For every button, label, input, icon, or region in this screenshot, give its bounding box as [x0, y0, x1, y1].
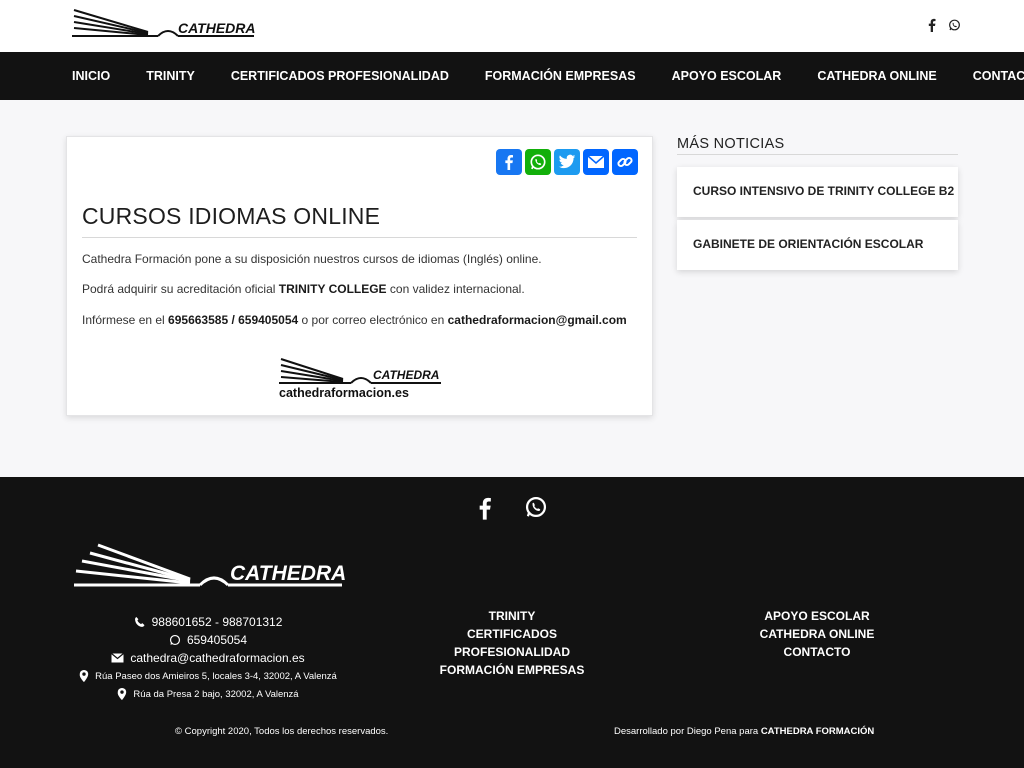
copyright: © Copyright 2020, Todos los derechos res… — [175, 726, 389, 737]
map-pin-icon — [118, 688, 127, 700]
developer-credit: Desarrollado por Diego Pena para CATHEDR… — [614, 726, 874, 737]
whatsapp-icon — [169, 634, 181, 646]
footer-contact: 988601652 - 988701312 659405054 cathedra… — [70, 613, 346, 703]
footer-whatsapp-text: 659405054 — [186, 633, 248, 647]
main-nav: INICIO TRINITY CERTIFICADOS PROFESIONALI… — [0, 52, 1024, 100]
facebook-icon[interactable] — [475, 495, 499, 521]
share-buttons — [496, 149, 638, 175]
p3-text: Infórmese en el — [82, 313, 169, 327]
sidebar-news-item[interactable]: GABINETE DE ORIENTACIÓN ESCOLAR — [677, 220, 958, 270]
footer-address-2: Rúa da Presa 2 bajo, 32002, A Valenzá — [70, 685, 346, 703]
share-facebook-button[interactable] — [496, 149, 522, 175]
facebook-icon[interactable] — [926, 18, 938, 32]
p3-text-mid: o por correo electrónico en — [298, 313, 448, 327]
footer-address-2-text: Rúa da Presa 2 bajo, 32002, A Valenzá — [133, 688, 299, 700]
article-logo: CATHEDRA cathedraformacion.es — [277, 357, 443, 401]
p2-text-end: con validez internacional. — [386, 282, 525, 296]
header-social — [926, 18, 960, 32]
nav-item-cathedra-online[interactable]: CATHEDRA ONLINE — [799, 69, 954, 83]
footer-link-apoyo-escolar[interactable]: APOYO ESCOLAR — [717, 607, 917, 625]
top-bar: CATHEDRA — [0, 0, 1024, 52]
logo-subtext: cathedraformacion.es — [279, 386, 409, 400]
article-title: CURSOS IDIOMAS ONLINE — [82, 203, 381, 229]
article-paragraph-2: Podrá adquirir su acreditación oficial T… — [82, 282, 525, 296]
nav-item-formacion-empresas[interactable]: FORMACIÓN EMPRESAS — [467, 69, 654, 83]
credit-brand: CATHEDRA FORMACIÓN — [760, 726, 875, 737]
logo-text: CATHEDRA — [178, 20, 256, 36]
share-twitter-button[interactable] — [554, 149, 580, 175]
footer-link-trinity[interactable]: TRINITY — [412, 607, 612, 625]
logo-text: CATHEDRA — [373, 368, 439, 382]
sidebar-news-item[interactable]: CURSO INTENSIVO DE TRINITY COLLEGE B2 — [677, 167, 958, 217]
p2-text: Podrá adquirir su acreditación oficial — [82, 282, 279, 296]
whatsapp-icon[interactable] — [948, 18, 960, 32]
footer-social — [0, 495, 1024, 521]
site-logo[interactable]: CATHEDRA — [68, 8, 258, 42]
footer-links-col-2: APOYO ESCOLAR CATHEDRA ONLINE CONTACTO — [717, 607, 917, 661]
footer-email-text: cathedra@cathedraformacion.es — [130, 651, 305, 665]
nav-item-certificados[interactable]: CERTIFICADOS PROFESIONALIDAD — [213, 69, 467, 83]
nav-item-trinity[interactable]: TRINITY — [128, 69, 213, 83]
whatsapp-icon[interactable] — [524, 495, 548, 521]
article-paragraph-3: Infórmese en el 695663585 / 659405054 o … — [82, 313, 627, 327]
footer-whatsapp[interactable]: 659405054 — [70, 631, 346, 649]
p2-bold: TRINITY COLLEGE — [278, 282, 387, 296]
nav-item-inicio[interactable]: INICIO — [54, 69, 128, 83]
phone-numbers: 695663585 / 659405054 — [168, 313, 299, 327]
article-card: CURSOS IDIOMAS ONLINE Cathedra Formación… — [66, 136, 653, 416]
whatsapp-icon — [530, 154, 546, 170]
map-pin-icon — [79, 670, 89, 682]
footer: CATHEDRA 988601652 - 988701312 659405054… — [0, 477, 1024, 768]
footer-link-certificados[interactable]: CERTIFICADOS PROFESIONALIDAD — [412, 625, 612, 661]
share-whatsapp-button[interactable] — [525, 149, 551, 175]
facebook-icon — [505, 155, 513, 170]
twitter-icon — [558, 154, 576, 169]
title-divider — [82, 237, 637, 238]
footer-phone-text: 988601652 - 988701312 — [151, 615, 283, 629]
logo-text: CATHEDRA — [230, 562, 346, 585]
article-paragraph-1: Cathedra Formación pone a su disposición… — [82, 252, 542, 266]
share-email-button[interactable] — [583, 149, 609, 175]
footer-link-contacto[interactable]: CONTACTO — [717, 643, 917, 661]
credit-text: Desarrollado por Diego Pena para — [614, 726, 761, 737]
sidebar-title: MÁS NOTICIAS — [677, 136, 785, 152]
share-copy-link-button[interactable] — [612, 149, 638, 175]
email-icon — [111, 653, 125, 663]
copy-link-icon — [617, 156, 633, 168]
footer-logo[interactable]: CATHEDRA — [70, 543, 346, 591]
footer-email[interactable]: cathedra@cathedraformacion.es — [70, 649, 346, 667]
footer-link-formacion-empresas[interactable]: FORMACIÓN EMPRESAS — [412, 661, 612, 679]
footer-links-col-1: TRINITY CERTIFICADOS PROFESIONALIDAD FOR… — [412, 607, 612, 679]
footer-address-1-text: Rúa Paseo dos Amieiros 5, locales 3-4, 3… — [95, 670, 337, 682]
footer-link-cathedra-online[interactable]: CATHEDRA ONLINE — [717, 625, 917, 643]
contact-email[interactable]: cathedraformacion@gmail.com — [448, 313, 627, 327]
footer-address-1: Rúa Paseo dos Amieiros 5, locales 3-4, 3… — [70, 667, 346, 685]
nav-item-contacto[interactable]: CONTACTO — [955, 69, 1024, 83]
phone-icon — [134, 617, 145, 627]
footer-phone[interactable]: 988601652 - 988701312 — [70, 613, 346, 631]
nav-item-apoyo-escolar[interactable]: APOYO ESCOLAR — [654, 69, 800, 83]
email-icon — [587, 155, 605, 168]
sidebar-divider — [677, 154, 958, 155]
